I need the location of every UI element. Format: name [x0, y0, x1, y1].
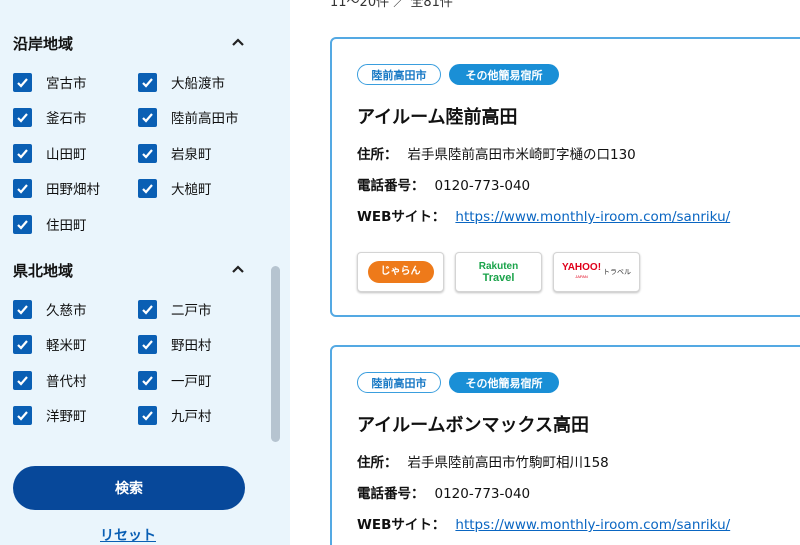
address-value: 岩手県陸前高田市米崎町字樋の口130: [407, 147, 636, 163]
checkbox-label: 野田村: [171, 338, 212, 354]
jalan-logo: じゃらん: [367, 261, 434, 283]
checkbox-item[interactable]: 大槌町: [138, 177, 212, 199]
website-link[interactable]: https://www.monthly-iroom.com/sanriku/: [455, 517, 730, 533]
checkbox-label: 久慈市: [46, 303, 87, 319]
section-title-north: 県北地域: [13, 262, 74, 280]
checkbox-item[interactable]: 山田町: [13, 142, 87, 164]
checkbox-label: 田野畑村: [46, 182, 100, 198]
phone-label: 電話番号：: [357, 178, 425, 194]
website-label: WEBサイト：: [357, 209, 446, 225]
phone-value: 0120-773-040: [434, 486, 531, 502]
phone-label: 電話番号：: [357, 486, 425, 502]
sidebar-scrollbar[interactable]: [271, 266, 280, 442]
phone-value: 0120-773-040: [434, 178, 531, 194]
checkbox-label: 住田町: [46, 218, 87, 234]
checkbox-item[interactable]: 大船渡市: [138, 71, 225, 93]
checkbox-item[interactable]: 陸前高田市: [138, 106, 239, 128]
address-label: 住所：: [357, 147, 398, 163]
check-icon[interactable]: [13, 107, 32, 127]
checkbox-label: 洋野町: [46, 409, 87, 425]
yahoo-logo-text: YAHOO!: [561, 262, 602, 273]
rakuten-logo-line1: Rakuten: [478, 260, 519, 272]
checkbox-item[interactable]: 九戸村: [138, 404, 212, 426]
chevron-up-icon[interactable]: [229, 35, 247, 49]
yahoo-travel-text: トラベル: [603, 268, 632, 276]
checkbox-label: 軽米町: [46, 338, 87, 354]
search-button[interactable]: 検索: [13, 466, 245, 510]
website-label: WEBサイト：: [357, 517, 446, 533]
check-icon[interactable]: [13, 214, 32, 234]
chevron-up-icon[interactable]: [229, 262, 247, 276]
category-tag[interactable]: その他簡易宿所: [449, 64, 559, 85]
checkbox-label: 陸前高田市: [171, 111, 239, 127]
checkbox-item[interactable]: 住田町: [13, 213, 87, 235]
section-title-coastal: 沿岸地域: [13, 35, 74, 53]
check-icon[interactable]: [138, 107, 157, 127]
checkbox-item[interactable]: 一戸町: [138, 369, 212, 391]
check-icon[interactable]: [13, 299, 32, 319]
checkbox-label: 一戸町: [171, 374, 212, 390]
check-icon[interactable]: [13, 334, 32, 354]
checkbox-item[interactable]: 久慈市: [13, 298, 87, 320]
rakuten-travel-logo-button[interactable]: Rakuten Travel: [455, 252, 542, 292]
checkbox-label: 宮古市: [46, 76, 87, 92]
yahoo-logo: YAHOO! JAPAN: [562, 263, 601, 281]
check-icon[interactable]: [13, 143, 32, 163]
facility-card: 陸前高田市 その他簡易宿所 アイルームボンマックス高田 住所： 岩手県陸前高田市竹…: [330, 345, 800, 545]
check-icon[interactable]: [138, 334, 157, 354]
reset-link[interactable]: リセット: [100, 525, 156, 545]
yahoo-travel-logo-button[interactable]: YAHOO! JAPAN トラベル: [553, 252, 640, 292]
category-tag[interactable]: その他簡易宿所: [449, 372, 559, 393]
address-value: 岩手県陸前高田市竹駒町相川158: [407, 455, 609, 471]
checkbox-label: 普代村: [46, 374, 87, 390]
check-icon[interactable]: [138, 178, 157, 198]
phone-row: 電話番号： 0120-773-040: [357, 482, 530, 502]
address-label: 住所：: [357, 455, 398, 471]
checkbox-item[interactable]: 野田村: [138, 333, 212, 355]
facility-title: アイルームボンマックス高田: [357, 415, 590, 436]
checkbox-item[interactable]: 洋野町: [13, 404, 87, 426]
checkbox-label: 岩泉町: [171, 147, 212, 163]
rakuten-logo-line2: Travel: [482, 271, 515, 284]
check-icon[interactable]: [13, 178, 32, 198]
facility-title: アイルーム陸前高田: [357, 107, 518, 128]
checkbox-label: 釜石市: [46, 111, 87, 127]
checkbox-item[interactable]: 軽米町: [13, 333, 87, 355]
result-count: 11〜20件 ／ 全81件: [330, 0, 453, 10]
check-icon[interactable]: [138, 143, 157, 163]
checkbox-item[interactable]: 釜石市: [13, 106, 87, 128]
address-row: 住所： 岩手県陸前高田市米崎町字樋の口130: [357, 143, 636, 163]
website-row: WEBサイト： https://www.monthly-iroom.com/san…: [357, 513, 730, 533]
checkbox-label: 二戸市: [171, 303, 212, 319]
check-icon[interactable]: [138, 405, 157, 425]
phone-row: 電話番号： 0120-773-040: [357, 174, 530, 194]
checkbox-item[interactable]: 岩泉町: [138, 142, 212, 164]
yahoo-logo-sub: JAPAN: [575, 274, 588, 279]
check-icon[interactable]: [13, 370, 32, 390]
check-icon[interactable]: [138, 299, 157, 319]
check-icon[interactable]: [138, 370, 157, 390]
checkbox-item[interactable]: 田野畑村: [13, 177, 100, 199]
website-link[interactable]: https://www.monthly-iroom.com/sanriku/: [455, 209, 730, 225]
checkbox-label: 大船渡市: [171, 76, 225, 92]
checkbox-item[interactable]: 二戸市: [138, 298, 212, 320]
checkbox-item[interactable]: 宮古市: [13, 71, 87, 93]
checkbox-label: 山田町: [46, 147, 87, 163]
area-tag[interactable]: 陸前高田市: [357, 64, 441, 85]
checkbox-label: 大槌町: [171, 182, 212, 198]
check-icon[interactable]: [13, 405, 32, 425]
address-row: 住所： 岩手県陸前高田市竹駒町相川158: [357, 451, 609, 471]
area-tag[interactable]: 陸前高田市: [357, 372, 441, 393]
website-row: WEBサイト： https://www.monthly-iroom.com/san…: [357, 205, 730, 225]
filter-sidebar: 沿岸地域 宮古市 大船渡市 釜石市 陸前高田市 山田町 岩泉町 田野畑村 大槌町…: [0, 0, 290, 545]
facility-card: 陸前高田市 その他簡易宿所 アイルーム陸前高田 住所： 岩手県陸前高田市米崎町字樋…: [330, 37, 800, 317]
check-icon[interactable]: [138, 72, 157, 92]
checkbox-item[interactable]: 普代村: [13, 369, 87, 391]
jalan-logo-button[interactable]: じゃらん: [357, 252, 444, 292]
check-icon[interactable]: [13, 72, 32, 92]
checkbox-label: 九戸村: [171, 409, 212, 425]
